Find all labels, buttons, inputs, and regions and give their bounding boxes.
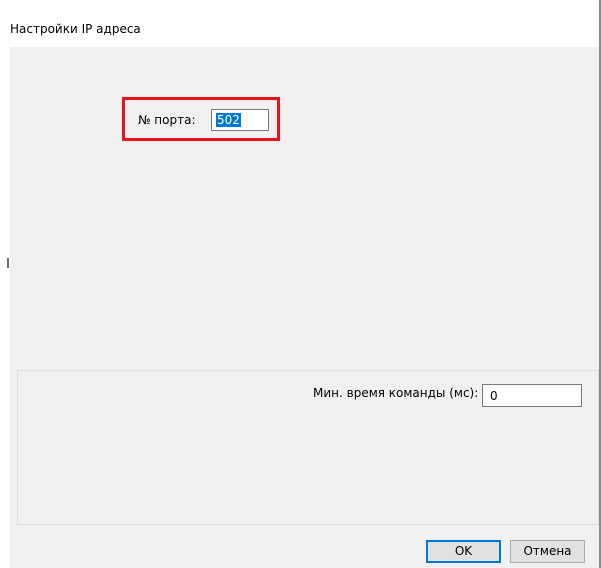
min-command-time-input[interactable]: 0 xyxy=(482,384,582,407)
port-input-value[interactable]: 502 xyxy=(216,113,241,127)
port-input[interactable]: 502 xyxy=(211,109,269,131)
min-command-time-label: Мин. время команды (мс): xyxy=(313,386,479,400)
cancel-button[interactable]: Отмена xyxy=(510,540,585,563)
port-settings-panel xyxy=(10,47,599,369)
port-label: № порта: xyxy=(138,113,196,127)
resize-grip[interactable] xyxy=(7,258,9,268)
dialog-title-bar: Настройки IP адреса xyxy=(10,0,599,47)
ip-settings-dialog: Настройки IP адреса № порта: 502 Мин. вр… xyxy=(0,0,601,568)
ok-button[interactable]: OK xyxy=(426,540,501,563)
min-command-time-value[interactable]: 0 xyxy=(490,389,498,403)
dialog-title: Настройки IP адреса xyxy=(10,22,141,36)
left-window-edge xyxy=(0,0,10,568)
